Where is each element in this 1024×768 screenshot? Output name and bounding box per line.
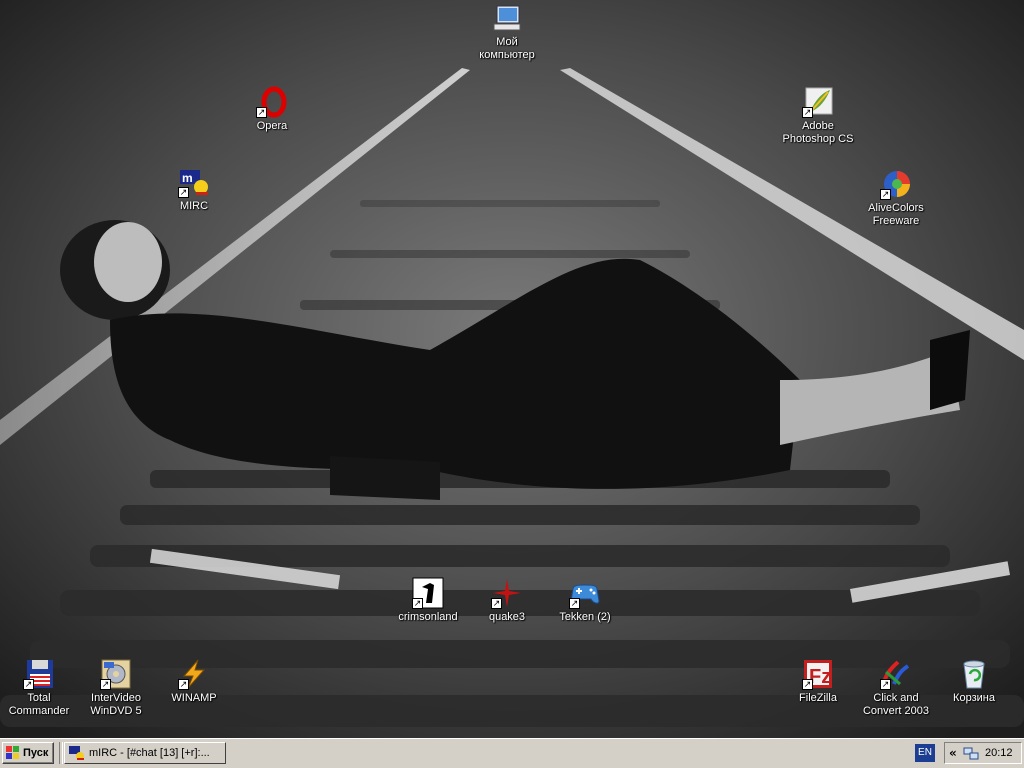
icon-label: AliveColors Freeware [868, 202, 924, 227]
shortcut-arrow-icon: ↗ [802, 107, 813, 118]
mirc-icon: m ↗ [178, 166, 210, 198]
windvd-icon: ↗ [100, 658, 132, 690]
icon-label: Мой компьютер [479, 36, 535, 61]
crimsonland-icon: ↗ [412, 577, 444, 609]
my-computer-shortcut[interactable]: Мой компьютер [465, 2, 549, 62]
system-tray: « 20:12 [944, 742, 1022, 764]
clock[interactable]: 20:12 [985, 743, 1013, 763]
taskbar: Пуск mIRC - [#chat [13] [+r]:... EN « 20… [0, 738, 1024, 768]
shortcut-arrow-icon: ↗ [178, 679, 189, 690]
total-commander-shortcut[interactable]: ↗ Total Commander [0, 658, 81, 718]
svg-text:m: m [182, 171, 193, 185]
mirc-shortcut[interactable]: m ↗ MIRC [152, 166, 236, 213]
icon-label: quake3 [488, 611, 526, 623]
icon-label: Tekken (2) [559, 611, 611, 623]
taskbar-separator [59, 742, 63, 764]
recycle-bin[interactable]: Корзина [932, 658, 1016, 705]
task-label: mIRC - [#chat [13] [+r]:... [89, 747, 210, 759]
wallpaper [0, 0, 1024, 738]
gamepad-icon: ↗ [569, 577, 601, 609]
shortcut-arrow-icon: ↗ [412, 598, 423, 609]
shortcut-arrow-icon: ↗ [256, 107, 267, 118]
icon-label: crimsonland [398, 611, 458, 623]
shortcut-arrow-icon: ↗ [880, 679, 891, 690]
recycle-bin-icon [958, 658, 990, 690]
icon-label: Adobe Photoshop CS [782, 120, 854, 145]
mirc-icon [69, 746, 84, 760]
start-label: Пуск [23, 747, 49, 759]
photoshop-shortcut[interactable]: ↗ Adobe Photoshop CS [776, 86, 860, 146]
icon-label: Total Commander [8, 692, 70, 717]
show-hidden-icons-button[interactable]: « [949, 745, 957, 761]
icon-label: FileZilla [799, 692, 837, 704]
icon-label: Click and Convert 2003 [862, 692, 930, 717]
alivecolors-icon: ↗ [880, 168, 912, 200]
shortcut-arrow-icon: ↗ [178, 187, 189, 198]
taskbar-item-mirc[interactable]: mIRC - [#chat [13] [+r]:... [64, 742, 226, 764]
icon-label: Opera [256, 120, 288, 132]
windows-logo-icon [6, 746, 19, 759]
network-icon[interactable] [963, 746, 979, 762]
crimsonland-shortcut[interactable]: ↗ crimsonland [386, 577, 470, 624]
shortcut-arrow-icon: ↗ [880, 189, 891, 200]
alivecolors-shortcut[interactable]: ↗ AliveColors Freeware [854, 168, 938, 228]
start-button[interactable]: Пуск [2, 742, 54, 764]
shortcut-arrow-icon: ↗ [23, 679, 34, 690]
filezilla-icon: Fz ↗ [802, 658, 834, 690]
desktop[interactable]: Мой компьютер ↗ Opera m ↗ MIRC ↗ Adobe P… [0, 0, 1024, 738]
shortcut-arrow-icon: ↗ [491, 598, 502, 609]
windvd-shortcut[interactable]: ↗ InterVideo WinDVD 5 [74, 658, 158, 718]
icon-label: WINAMP [171, 692, 217, 704]
winamp-lightning-icon: ↗ [178, 658, 210, 690]
tekken-shortcut[interactable]: ↗ Tekken (2) [543, 577, 627, 624]
winamp-shortcut[interactable]: ↗ WINAMP [152, 658, 236, 705]
click-convert-icon: ↗ [880, 658, 912, 690]
quake3-shortcut[interactable]: ↗ quake3 [465, 577, 549, 624]
icon-label: MIRC [179, 200, 209, 212]
shortcut-arrow-icon: ↗ [569, 598, 580, 609]
icon-label: InterVideo WinDVD 5 [90, 692, 142, 717]
shortcut-arrow-icon: ↗ [100, 679, 111, 690]
language-indicator[interactable]: EN [915, 744, 935, 762]
opera-shortcut[interactable]: ↗ Opera [230, 86, 314, 133]
quake3-icon: ↗ [491, 577, 523, 609]
filezilla-shortcut[interactable]: Fz ↗ FileZilla [776, 658, 860, 705]
computer-icon [491, 2, 523, 34]
floppy-disk-icon: ↗ [23, 658, 55, 690]
click-convert-shortcut[interactable]: ↗ Click and Convert 2003 [854, 658, 938, 718]
opera-icon: ↗ [256, 86, 288, 118]
shortcut-arrow-icon: ↗ [802, 679, 813, 690]
icon-label: Корзина [953, 692, 995, 704]
photoshop-feather-icon: ↗ [802, 86, 834, 118]
